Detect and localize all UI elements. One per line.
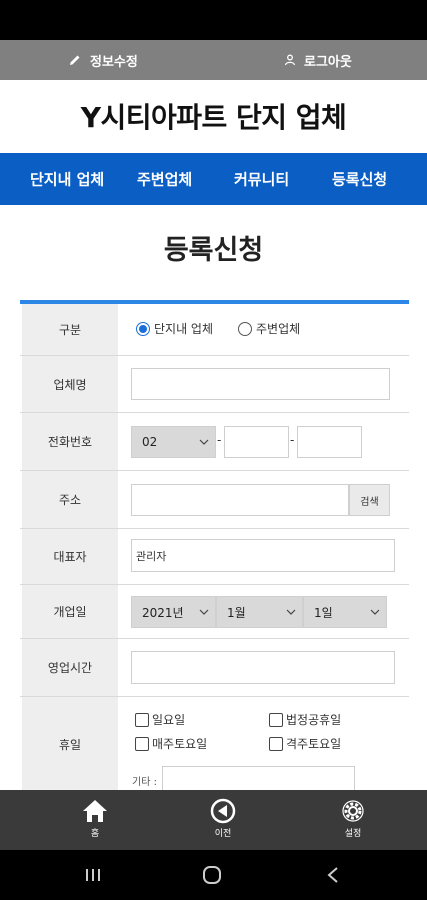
chevron-down-icon [199,439,209,445]
phone-mid-input[interactable] [224,426,289,458]
address-label: 주소 [22,471,118,528]
holiday-other-input[interactable] [162,766,355,792]
bottom-nav-home[interactable]: 홈 [81,798,109,839]
phone-area-value: 02 [142,435,158,449]
open-month-value: 1월 [227,605,246,620]
row-open-date: 개업일 2021년 1월 1일 [20,585,409,639]
radio-in-complex[interactable]: 단지내 업체 [136,320,213,337]
pencil-icon [70,55,80,65]
holiday-other-label: 기타 : [132,777,157,788]
status-bar [0,0,427,40]
page-title: 등록신청 [163,235,264,266]
nav-item-community[interactable]: 커뮤니티 [234,169,289,190]
phone-last-input[interactable] [297,426,362,458]
nav-item-nearby[interactable]: 주변업체 [137,169,192,190]
holiday-sunday-label: 일요일 [152,713,186,727]
logout-label: 로그아웃 [304,54,352,70]
radio-in-complex-label: 단지내 업체 [154,322,214,336]
holiday-label: 휴일 [22,697,118,792]
back-arrow-icon[interactable] [326,866,340,884]
checkbox-icon [135,712,149,727]
address-input[interactable] [131,484,349,516]
address-search-button[interactable]: 검색 [349,484,390,516]
phone-label: 전화번호 [22,413,118,470]
row-holiday: 휴일 일요일 법정공휴일 매주토요일 격주토요일 기타 : [20,697,409,792]
system-nav-bar [0,850,427,900]
bottom-nav: 홈 이전 설정 [0,790,427,850]
open-day-select[interactable]: 1일 [303,596,387,628]
checkbox-icon [135,736,149,751]
checkbox-icon [269,736,283,751]
representative-label: 대표자 [22,529,118,584]
holiday-alt-saturday-checkbox[interactable]: 격주토요일 [269,735,341,752]
holiday-every-saturday-label: 매주토요일 [152,737,208,751]
edit-info-button[interactable]: 정보수정 [68,51,138,70]
user-icon [284,54,296,66]
company-name-input[interactable] [131,368,390,400]
home-icon [83,800,107,822]
company-name-label: 업체명 [22,356,118,412]
site-title: Y시티아파트 단지 업체 [80,101,347,134]
representative-input[interactable]: 관리자 [131,539,395,572]
recent-apps-icon[interactable] [84,867,102,883]
open-year-value: 2021년 [142,605,184,620]
radio-checked-icon [136,321,150,336]
row-category: 구분 단지내 업체 주변업체 [20,304,409,356]
checkbox-icon [269,712,283,727]
open-year-select[interactable]: 2021년 [131,596,216,628]
holiday-public-label: 법정공휴일 [286,713,342,727]
back-icon [210,798,236,824]
phone-area-select[interactable]: 02 [131,426,216,458]
radio-nearby[interactable]: 주변업체 [238,320,300,337]
main-nav: 단지내 업체 주변업체 커뮤니티 등록신청 [0,153,427,205]
bottom-nav-home-label: 홈 [90,829,100,839]
open-month-select[interactable]: 1월 [216,596,303,628]
phone-separator: - [217,433,222,447]
holiday-every-saturday-checkbox[interactable]: 매주토요일 [135,735,207,752]
row-address: 주소 검색 [20,471,409,529]
bottom-nav-back[interactable]: 이전 [209,798,237,839]
row-phone: 전화번호 02 - - [20,413,409,471]
open-date-label: 개업일 [22,585,118,638]
home-circle-icon[interactable] [202,865,222,885]
holiday-sunday-checkbox[interactable]: 일요일 [135,711,185,728]
radio-nearby-label: 주변업체 [256,322,301,336]
row-business-hours: 영업시간 [20,639,409,697]
row-representative: 대표자 관리자 [20,529,409,585]
chevron-down-icon [370,609,380,615]
settings-icon [342,800,364,822]
edit-info-label: 정보수정 [90,54,138,70]
business-hours-input[interactable] [131,651,395,684]
chevron-down-icon [286,609,296,615]
phone-separator-2: - [290,433,295,447]
top-bar: 정보수정 로그아웃 [0,40,427,80]
row-company-name: 업체명 [20,356,409,413]
bottom-nav-back-label: 이전 [214,829,232,839]
bottom-nav-settings-label: 설정 [344,829,362,839]
holiday-alt-saturday-label: 격주토요일 [286,737,342,751]
nav-item-in-complex[interactable]: 단지내 업체 [30,169,104,190]
holiday-public-checkbox[interactable]: 법정공휴일 [269,711,341,728]
category-label: 구분 [22,304,118,355]
chevron-down-icon [199,609,209,615]
radio-unchecked-icon [238,321,252,336]
open-day-value: 1일 [314,605,333,620]
nav-item-register[interactable]: 등록신청 [332,169,387,190]
bottom-nav-settings[interactable]: 설정 [339,798,367,839]
business-hours-label: 영업시간 [22,639,118,696]
logout-button[interactable]: 로그아웃 [284,51,352,70]
